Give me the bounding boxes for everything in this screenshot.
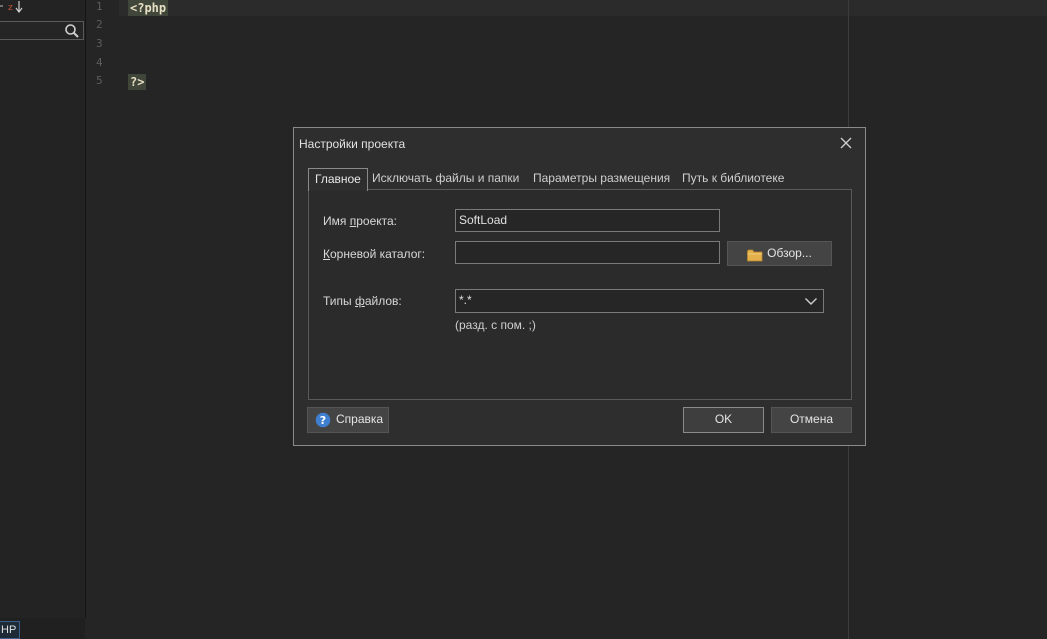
project-name-input[interactable]: SoftLoad [455, 209, 720, 232]
side-panel: z [0, 0, 86, 618]
file-types-hint: (разд. с пом. ;) [455, 318, 536, 332]
tab-general[interactable]: Главное [308, 168, 368, 191]
project-settings-dialog: Настройки проекта Главное Исключать файл… [293, 127, 866, 446]
chevron-down-icon[interactable] [804, 293, 818, 305]
line-gutter [91, 0, 119, 639]
php-open-tag[interactable]: <?php [128, 0, 169, 16]
browse-button[interactable]: Обзор... [727, 241, 832, 266]
current-line-highlight [119, 0, 1047, 16]
line-number: 2 [96, 18, 103, 31]
tab-exclude-files[interactable]: Исключать файлы и папки [372, 168, 519, 189]
line-number: 3 [96, 37, 103, 50]
dialog-title: Настройки проекта [299, 137, 406, 151]
root-dir-input[interactable] [455, 241, 720, 264]
close-icon[interactable] [837, 134, 855, 152]
svg-text:z: z [8, 3, 13, 13]
help-icon: ? [315, 412, 331, 428]
line-number: 4 [96, 56, 103, 69]
svg-text:?: ? [320, 414, 326, 427]
side-search-input[interactable] [0, 21, 84, 40]
tab-library-path[interactable]: Путь к библиотеке [682, 168, 784, 189]
ok-button[interactable]: OK [683, 407, 764, 433]
folder-icon [747, 247, 763, 262]
settings-tabs: Главное Исключать файлы и папки Параметр… [308, 168, 853, 191]
help-button[interactable]: ? Справка [307, 407, 389, 433]
cancel-button[interactable]: Отмена [771, 407, 852, 433]
line-number: 5 [96, 74, 103, 87]
browse-label: Обзор... [767, 246, 812, 260]
file-types-combobox[interactable]: *.* [455, 289, 824, 313]
help-label: Справка [336, 412, 384, 426]
search-icon[interactable] [64, 23, 80, 39]
sort-az-icon[interactable]: z [0, 0, 26, 14]
file-types-label: Типы файлов: [323, 294, 402, 308]
tab-deployment[interactable]: Параметры размещения [533, 168, 670, 189]
file-types-value: *.* [459, 293, 472, 307]
language-badge[interactable]: HP [0, 621, 20, 639]
root-dir-label: Корневой каталог: [323, 247, 426, 261]
project-name-label: Имя проекта: [323, 214, 397, 228]
php-close-tag[interactable]: ?> [128, 74, 147, 90]
ide-window: z HP 1 2 3 4 5 <?php ?> Настройки проект… [0, 0, 1047, 639]
line-number: 1 [96, 0, 103, 13]
